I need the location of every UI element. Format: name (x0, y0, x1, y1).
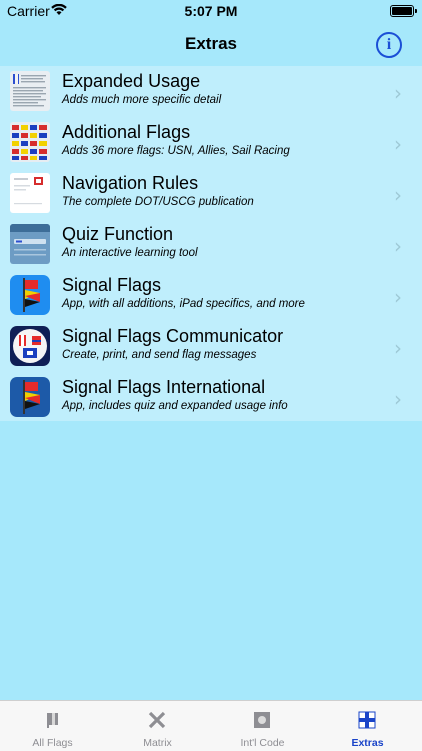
status-bar: Carrier 5:07 PM (0, 0, 422, 22)
quiz-screen-thumbnail-icon (10, 224, 50, 264)
list-item-signal-flags-communicator[interactable]: Signal Flags Communicator Create, print,… (0, 321, 422, 372)
chevron-right-icon: › (394, 387, 402, 411)
chevron-right-icon: › (394, 234, 402, 258)
row-title: Signal Flags International (62, 377, 266, 397)
tab-extras[interactable]: Extras (315, 701, 420, 751)
row-title: Additional Flags (62, 122, 191, 142)
row-subtitle: Adds much more specific detail (62, 94, 222, 106)
row-subtitle: The complete DOT/USCG publication (62, 196, 254, 208)
row-subtitle: An interactive learning tool (62, 247, 198, 259)
list-item-expanded-usage[interactable]: Expanded Usage Adds much more specific d… (0, 66, 422, 117)
chevron-right-icon: › (394, 81, 402, 105)
list-item-navigation-rules[interactable]: Navigation Rules The complete DOT/USCG p… (0, 168, 422, 219)
document-thumbnail-icon (10, 71, 50, 111)
row-title: Navigation Rules (62, 173, 199, 193)
list-item-additional-flags[interactable]: Additional Flags Adds 36 more flags: USN… (0, 117, 422, 168)
info-icon[interactable]: i (376, 32, 402, 58)
navigation-bar: Extras i (0, 22, 422, 66)
row-title: Signal Flags (62, 275, 162, 295)
row-title: Expanded Usage (62, 71, 201, 91)
publication-thumbnail-icon (10, 173, 50, 213)
x-cross-icon (147, 710, 167, 730)
list-item-signal-flags-international[interactable]: Signal Flags International App, includes… (0, 372, 422, 423)
flag-icon (42, 710, 62, 730)
row-title: Quiz Function (62, 224, 174, 244)
list-item-quiz-function[interactable]: Quiz Function An interactive learning to… (0, 219, 422, 270)
battery-icon (390, 5, 417, 17)
row-subtitle: Adds 36 more flags: USN, Allies, Sail Ra… (62, 145, 290, 157)
flag-grid-thumbnail-icon (10, 122, 50, 162)
tab-intl-code[interactable]: Int'l Code (210, 701, 315, 751)
tab-label: All Flags (32, 737, 73, 749)
page-title: Extras (185, 34, 237, 53)
row-title: Signal Flags Communicator (62, 326, 284, 346)
tab-all-flags[interactable]: All Flags (0, 701, 105, 751)
chevron-right-icon: › (394, 132, 402, 156)
cross-flag-icon (357, 710, 377, 730)
chevron-right-icon: › (394, 285, 402, 309)
tab-label: Extras (351, 737, 384, 749)
row-subtitle: App, with all additions, iPad specifics,… (62, 298, 305, 310)
chevron-right-icon: › (394, 183, 402, 207)
international-app-icon (10, 377, 50, 417)
row-subtitle: App, includes quiz and expanded usage in… (62, 400, 288, 412)
clock: 5:07 PM (184, 3, 238, 19)
row-subtitle: Create, print, and send flag messages (62, 349, 257, 361)
tab-label: Matrix (143, 737, 172, 749)
list-item-signal-flags[interactable]: Signal Flags App, with all additions, iP… (0, 270, 422, 321)
signal-flags-app-icon (10, 275, 50, 315)
extras-list: Expanded Usage Adds much more specific d… (0, 66, 422, 421)
communicator-app-icon (10, 326, 50, 366)
chevron-right-icon: › (394, 336, 402, 360)
tab-matrix[interactable]: Matrix (105, 701, 210, 751)
tab-bar: All Flags Matrix Int'l Code Extras (0, 700, 422, 751)
square-dot-icon (252, 710, 272, 730)
tab-label: Int'l Code (240, 737, 285, 749)
